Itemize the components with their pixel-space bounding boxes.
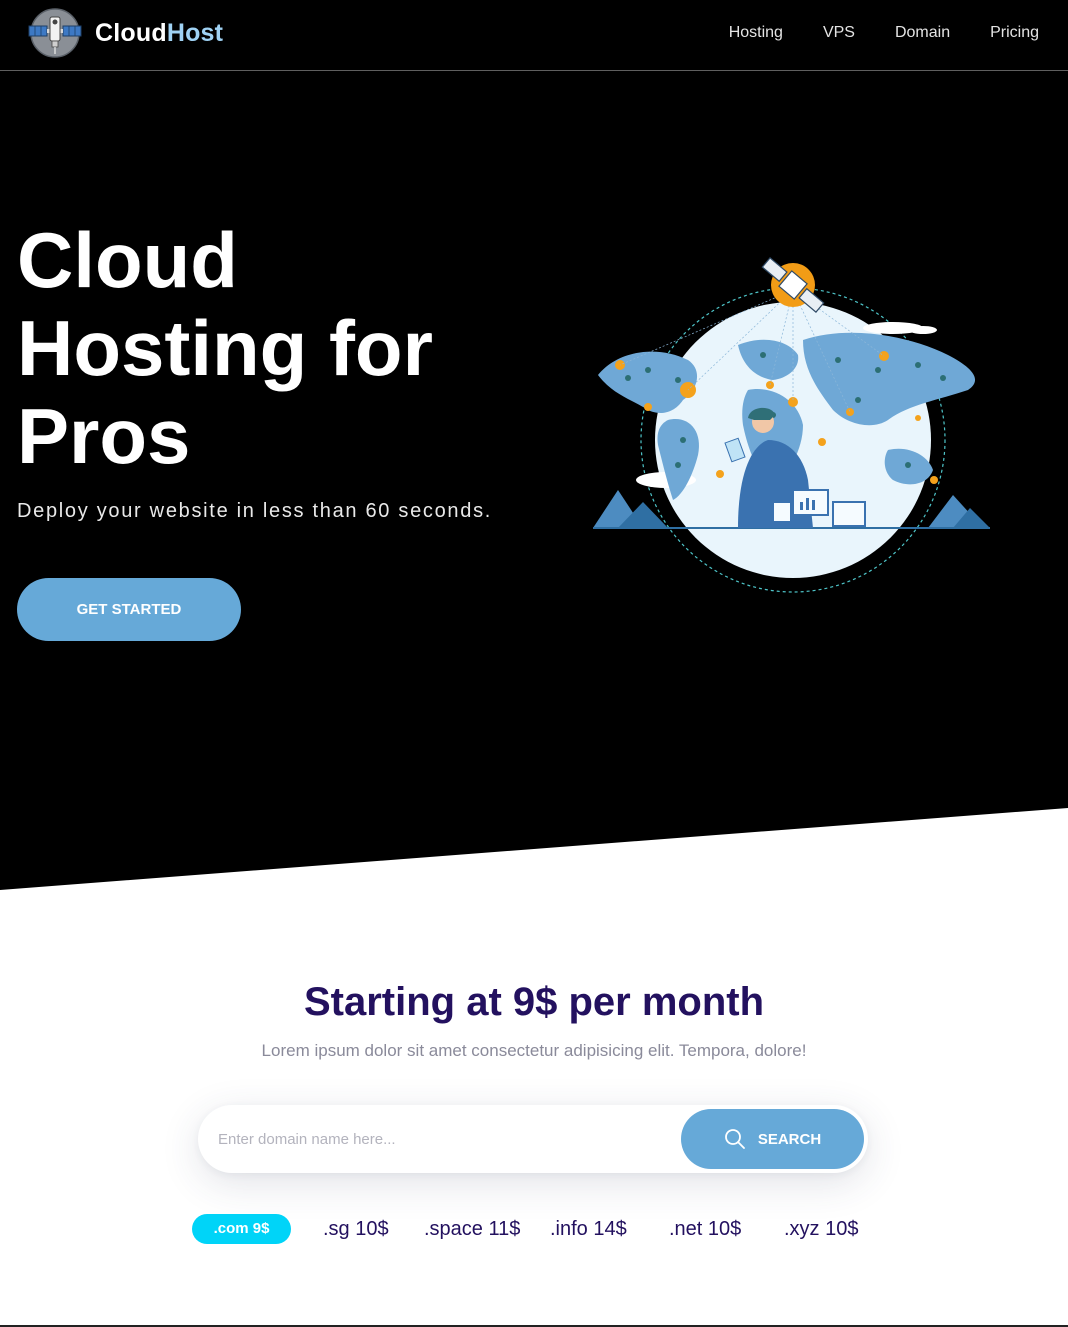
nav-item-vps[interactable]: VPS: [823, 24, 855, 42]
pricing-subheading: Lorem ipsum dolor sit amet consectetur a…: [261, 1041, 807, 1060]
world-map-satellite-illustration: [593, 257, 990, 593]
tld-sg[interactable]: .sg 10$: [323, 1214, 389, 1244]
nav-item-hosting[interactable]: Hosting: [729, 24, 783, 42]
pricing-heading: Starting at 9$ per month: [303, 980, 765, 1024]
nav-item-pricing[interactable]: Pricing: [990, 24, 1039, 42]
search-button-label: SEARCH: [757, 1130, 822, 1148]
tld-net[interactable]: .net 10$: [669, 1214, 741, 1244]
brand-name-part2: Host: [166, 18, 224, 47]
satellite-logo-icon: [28, 8, 82, 58]
nav-item-domain[interactable]: Domain: [895, 24, 950, 42]
tld-com[interactable]: .com 9$: [192, 1214, 291, 1244]
nav-links: Hosting VPS Domain Pricing: [689, 24, 1039, 42]
brand-name-part1: Cloud: [95, 18, 167, 47]
search-icon: [724, 1129, 745, 1149]
brand-name: CloudHost: [95, 19, 223, 48]
tld-space[interactable]: .space 11$: [424, 1214, 520, 1244]
hero-title: Cloud Hosting for Pros: [17, 216, 433, 480]
get-started-button[interactable]: GET STARTED: [17, 578, 241, 641]
tld-price-list: .com 9$ .sg 10$ .space 11$ .info 14$ .ne…: [0, 1214, 1068, 1244]
search-button[interactable]: SEARCH: [681, 1109, 864, 1169]
brand-logo-link[interactable]: CloudHost: [27, 8, 223, 58]
tld-info[interactable]: .info 14$: [550, 1214, 627, 1244]
hero-subtitle: Deploy your website in less than 60 seco…: [17, 500, 493, 522]
domain-search-input[interactable]: [218, 1123, 668, 1155]
tld-xyz[interactable]: .xyz 10$: [784, 1214, 858, 1244]
navbar: CloudHost Hosting VPS Domain Pricing: [0, 0, 1068, 71]
domain-search-box: SEARCH: [198, 1105, 868, 1173]
